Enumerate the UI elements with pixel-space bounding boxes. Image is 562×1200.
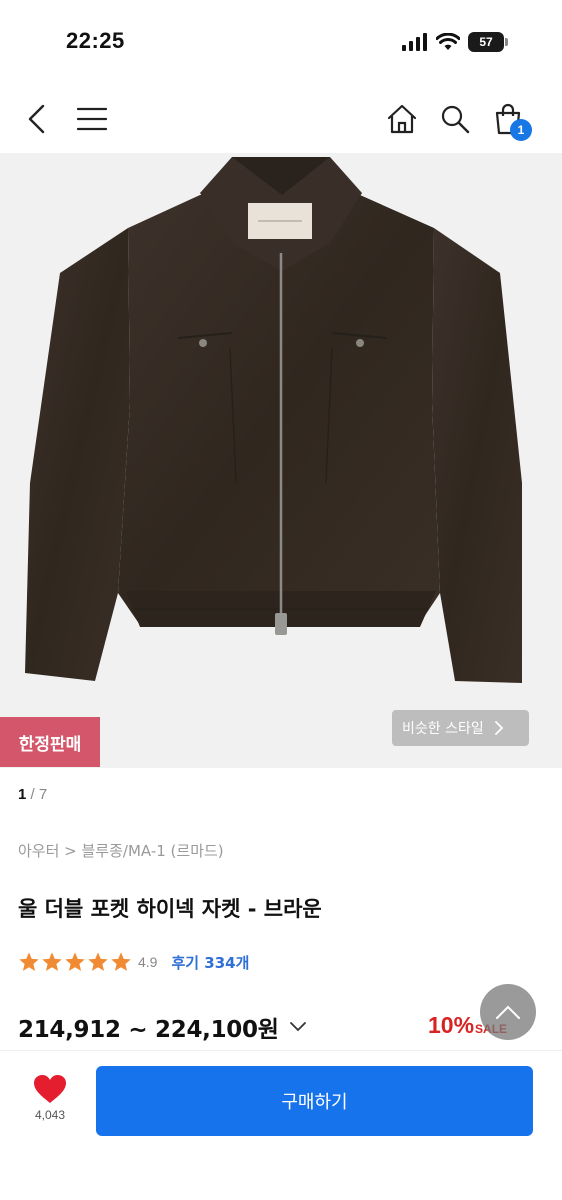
menu-button[interactable] bbox=[74, 88, 110, 150]
status-time: 22:25 bbox=[66, 28, 125, 53]
star-icon bbox=[19, 952, 39, 971]
star-icon bbox=[88, 952, 108, 971]
product-image[interactable] bbox=[0, 153, 562, 768]
rating-row: 4.9 후기 334개 bbox=[18, 950, 249, 974]
star-icon bbox=[111, 952, 131, 971]
cart-count-badge: 1 bbox=[510, 119, 532, 141]
like-button[interactable]: 4,043 bbox=[24, 1074, 76, 1122]
discount-rate: 10% bbox=[428, 1012, 475, 1038]
breadcrumb[interactable]: 아우터 > 블루종/MA-1 (르마드) bbox=[18, 840, 224, 861]
similar-style-button[interactable]: 비슷한 스타일 bbox=[392, 710, 529, 746]
price-range: 214,912 ~ 224,100원 bbox=[18, 1017, 279, 1043]
nav-bar: 1 bbox=[0, 88, 562, 150]
signal-icon bbox=[402, 33, 427, 51]
buy-button[interactable]: 구매하기 bbox=[96, 1066, 533, 1136]
image-counter: 1 / 7 bbox=[18, 786, 48, 803]
chevron-right-icon bbox=[494, 721, 504, 735]
cart-button[interactable]: 1 bbox=[490, 88, 532, 150]
wifi-icon bbox=[436, 33, 460, 50]
chevron-down-icon bbox=[289, 1022, 306, 1032]
like-count: 4,043 bbox=[34, 1108, 66, 1122]
back-chevron-icon bbox=[28, 104, 45, 134]
chevron-up-icon bbox=[496, 1005, 520, 1019]
hamburger-icon bbox=[77, 107, 107, 131]
image-total: 7 bbox=[38, 786, 48, 803]
product-title: 울 더블 포켓 하이넥 자켓 - 브라운 bbox=[18, 897, 322, 921]
battery-level: 57 bbox=[479, 35, 493, 49]
heart-icon bbox=[34, 1075, 66, 1103]
limited-sale-badge: 한정판매 bbox=[0, 717, 100, 767]
star-icon bbox=[42, 952, 62, 971]
jacket-image bbox=[25, 157, 522, 683]
similar-style-label: 비슷한 스타일 bbox=[402, 721, 484, 737]
search-icon bbox=[441, 105, 470, 134]
home-button[interactable] bbox=[384, 88, 420, 150]
price-row[interactable]: 214,912 ~ 224,100원 bbox=[18, 1010, 307, 1044]
review-count-link[interactable]: 후기 334개 bbox=[171, 952, 249, 973]
search-button[interactable] bbox=[437, 88, 473, 150]
battery-icon: 57 bbox=[468, 32, 508, 52]
rating-value: 4.9 bbox=[138, 954, 158, 970]
scroll-top-button[interactable] bbox=[480, 984, 536, 1040]
star-icon bbox=[65, 952, 85, 971]
back-button[interactable] bbox=[20, 88, 54, 150]
star-rating bbox=[18, 951, 132, 973]
status-bar: 22:25 57 bbox=[0, 0, 562, 80]
home-icon bbox=[387, 104, 417, 134]
status-icons: 57 bbox=[402, 30, 508, 54]
